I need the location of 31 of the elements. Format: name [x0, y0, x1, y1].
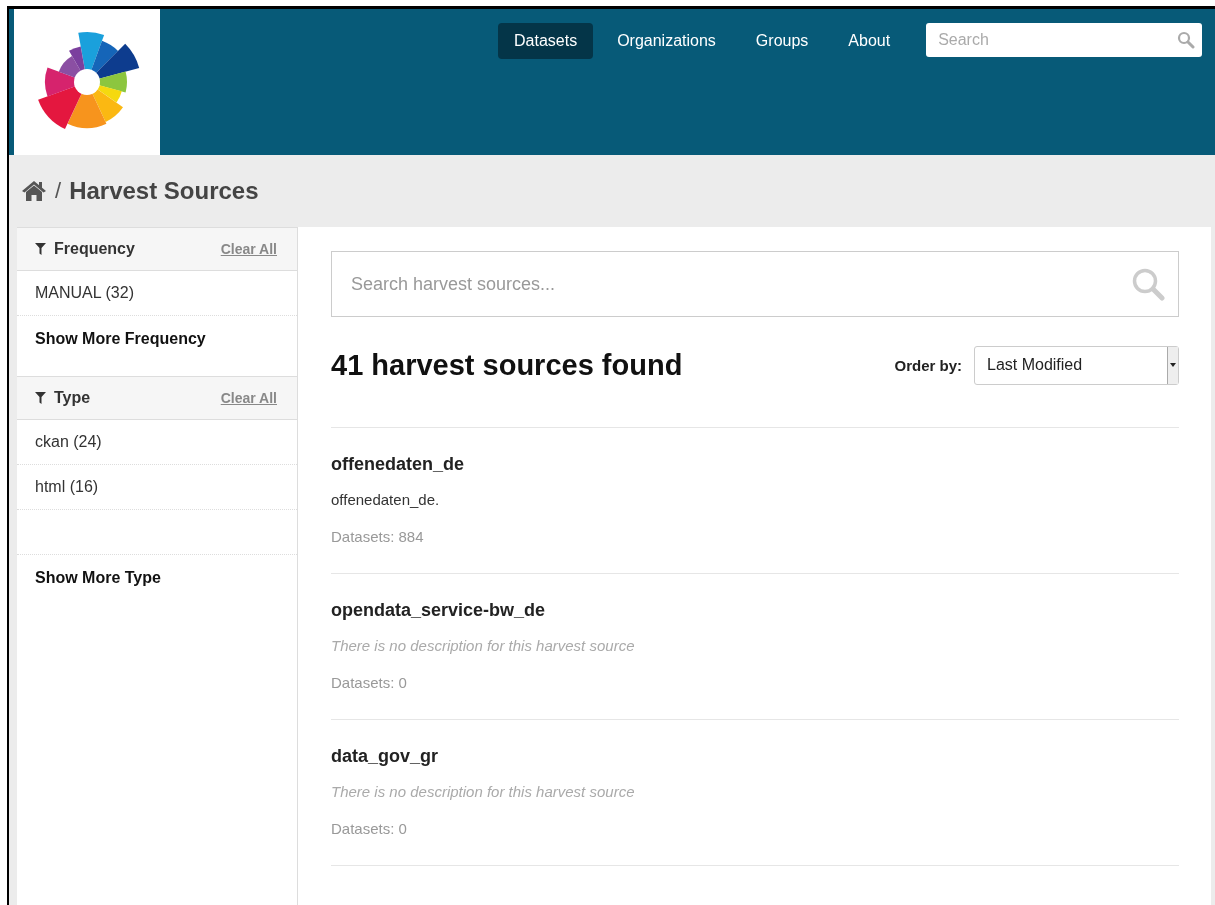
source-title[interactable]: data_gov_gr [331, 746, 1179, 767]
dataset-count: Datasets: 0 [331, 674, 408, 691]
nav-link[interactable]: Organizations [601, 23, 732, 59]
source-title[interactable]: opendata_service-bw_de [331, 600, 1179, 621]
source-title[interactable]: offenedaten_de [331, 454, 1179, 475]
filter-icon [35, 392, 46, 404]
facet-title: Type [54, 389, 91, 407]
facet-item[interactable]: MANUAL (32) [17, 271, 297, 316]
facet-item[interactable]: ckan (24) [17, 420, 297, 465]
search-field[interactable]: Search [926, 23, 1203, 57]
home-icon[interactable] [21, 180, 47, 202]
facet-title: Frequency [54, 240, 135, 258]
breadcrumb-link[interactable]: Harvest Sources [69, 177, 259, 205]
source-description: offenedaten_de. [331, 491, 441, 508]
nav-link[interactable]: About [832, 23, 907, 59]
show-more-link[interactable]: Show More Type [17, 555, 297, 615]
facet-item[interactable]: html (16) [17, 465, 297, 510]
filter-icon [35, 243, 46, 255]
search-field[interactable]: Search harvest sources... [331, 251, 1179, 317]
source-description: There is no description for this harvest source [331, 783, 636, 800]
dataset-count: Datasets: 0 [331, 820, 408, 837]
order-select[interactable]: Last Modified [974, 345, 1179, 385]
nav-link[interactable]: Groups [739, 23, 825, 59]
order-label: Order by: [894, 356, 962, 374]
nav-link[interactable]: Datasets [498, 23, 594, 59]
dataset-count: Datasets: 884 [331, 528, 425, 545]
breadcrumb-separator: / [55, 178, 62, 204]
source-description: There is no description for this harvest source [331, 637, 636, 654]
results-heading: 41 harvest sources found [331, 348, 683, 382]
show-more-link[interactable]: Show More Frequency [17, 316, 297, 376]
caret-icon [1170, 363, 1176, 367]
